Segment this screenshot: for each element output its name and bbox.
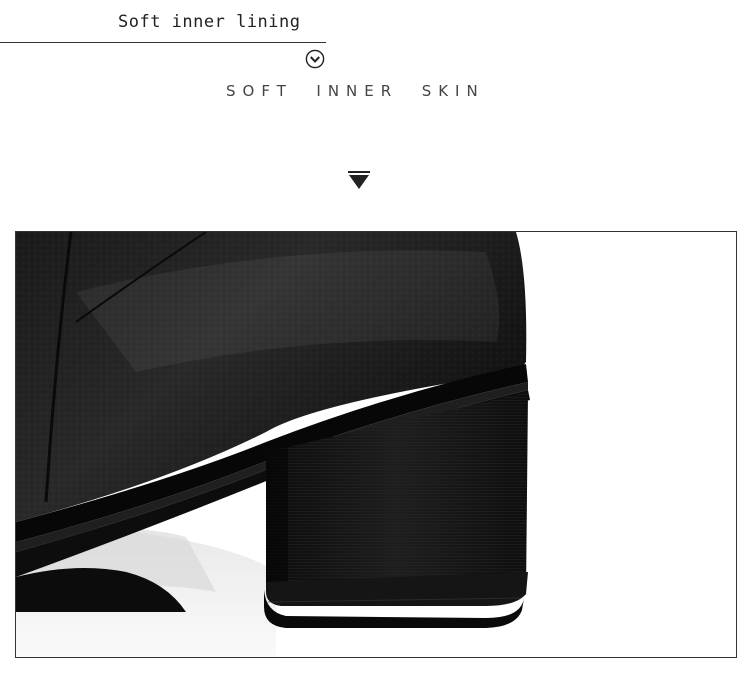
triangle-down-icon <box>348 171 370 189</box>
section-subtitle: SOFT INNER SKIN <box>226 82 485 100</box>
chevron-down-circle-icon <box>305 49 325 69</box>
header-divider <box>0 42 326 43</box>
boot-heel-photo <box>16 232 736 657</box>
header-title: Soft inner lining <box>118 12 301 32</box>
product-photo-frame <box>15 231 737 658</box>
